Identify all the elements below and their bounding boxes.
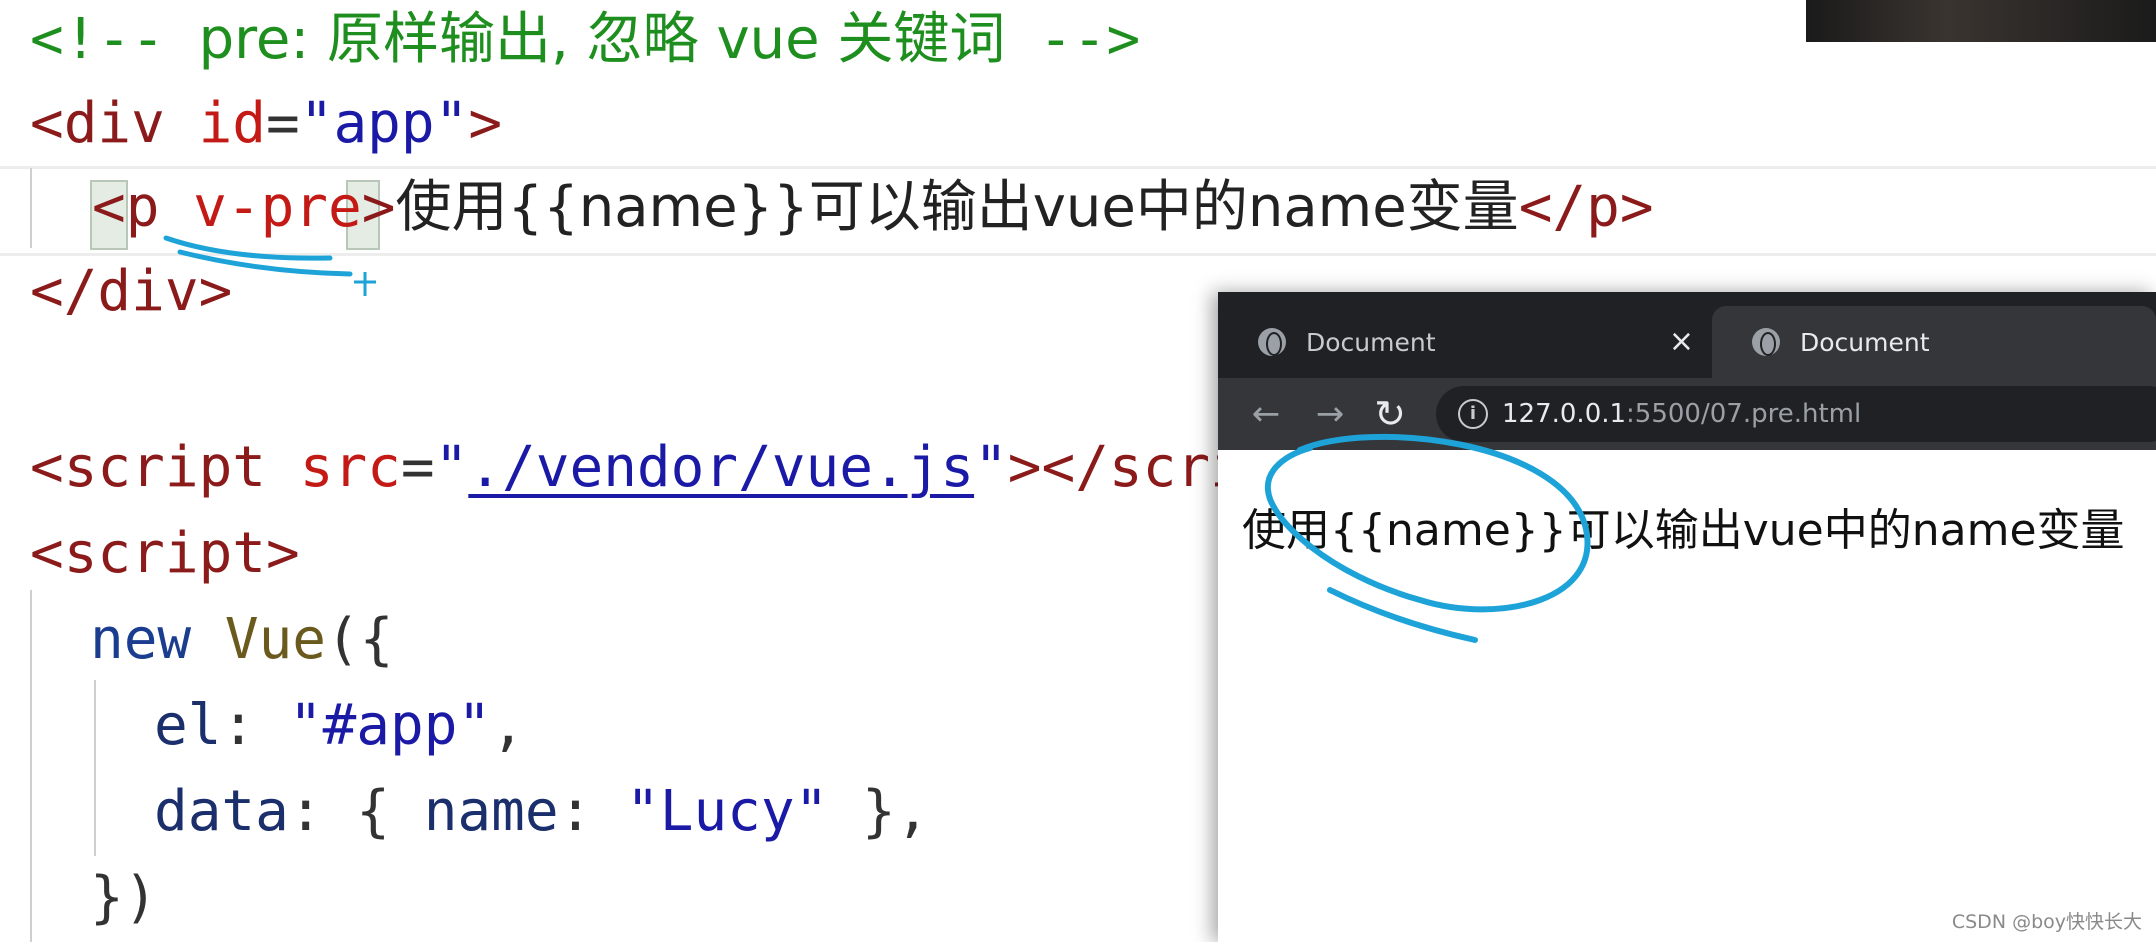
url-path: :5500/07.pre.html: [1626, 399, 1862, 429]
tag-bracket: <: [92, 175, 126, 240]
code-line-3[interactable]: <p v-pre>使用{{name}}可以输出vue中的name变量</p>: [92, 168, 1654, 248]
code-line-9[interactable]: data: { name: "Lucy" },: [154, 772, 929, 852]
tab-title: Document: [1800, 327, 1930, 357]
globe-icon: [1752, 328, 1780, 356]
indent-guide: [94, 680, 96, 856]
keyword: new: [90, 607, 192, 672]
code-line-7[interactable]: new Vue({: [90, 600, 393, 680]
attr-eq: =: [266, 91, 300, 156]
close-icon[interactable]: ×: [1669, 324, 1694, 360]
tag-open: <script>: [30, 521, 300, 586]
class-name: Vue: [224, 607, 327, 672]
tab-title: Document: [1306, 327, 1436, 357]
tab-document-2[interactable]: Document: [1712, 306, 2156, 378]
punctuation: :: [558, 779, 627, 844]
rendered-paragraph: 使用{{name}}可以输出vue中的name变量: [1242, 505, 2125, 556]
property: data: [154, 779, 289, 844]
attr-name: v-pre: [193, 175, 362, 240]
attr-quote: ": [434, 435, 469, 500]
tag-name: div: [63, 91, 165, 156]
code-line-5[interactable]: <script src="./vendor/vue.js"></script: [30, 428, 1311, 508]
attr-quote: ": [974, 435, 1008, 500]
tag-close: </div>: [30, 259, 233, 324]
property: name: [423, 779, 559, 844]
punctuation: ,: [491, 693, 525, 758]
code-line-2[interactable]: <div id="app">: [30, 84, 502, 164]
tag-bracket: <: [30, 435, 64, 500]
indent-guide: [30, 168, 32, 248]
punctuation: },: [828, 779, 930, 844]
comment-text: pre: 原样输出, 忽略 vue 关键词: [198, 7, 1006, 72]
punctuation: }): [90, 865, 158, 930]
src-link[interactable]: ./vendor/vue.js: [468, 435, 974, 500]
webcam-overlay: [1806, 0, 2156, 42]
browser-toolbar: ← → ↻ i 127.0.0.1:5500/07.pre.html: [1218, 378, 2156, 450]
punctuation: :: [221, 693, 289, 758]
tag-name: script: [63, 435, 267, 500]
tab-document-1[interactable]: Document ×: [1218, 306, 1712, 378]
tag-bracket: >: [361, 175, 396, 240]
attr-name: src: [299, 435, 401, 500]
string-value: "Lucy": [626, 779, 829, 844]
url-host: 127.0.0.1: [1502, 399, 1627, 429]
comment-open: <!--: [30, 7, 199, 72]
tab-strip: Document × Document: [1218, 292, 2156, 378]
code-line-10[interactable]: }): [90, 858, 157, 938]
info-icon[interactable]: i: [1458, 399, 1488, 429]
reload-icon[interactable]: ↻: [1368, 392, 1412, 436]
forward-arrow-icon[interactable]: →: [1308, 392, 1352, 436]
page-content: 使用{{name}}可以输出vue中的name变量: [1218, 450, 2156, 942]
globe-icon: [1258, 328, 1286, 356]
attr-eq: =: [400, 435, 435, 500]
code-line-8[interactable]: el: "#app",: [154, 686, 525, 766]
attr-name: id: [198, 91, 267, 156]
element-text: 使用{{name}}可以输出vue中的name变量: [395, 175, 1519, 240]
tag-bracket: >: [468, 91, 503, 156]
tag-name: p: [125, 175, 160, 240]
code-line-6[interactable]: <script>: [30, 514, 300, 594]
indent-guide: [30, 590, 32, 942]
address-bar[interactable]: i 127.0.0.1:5500/07.pre.html: [1436, 386, 2156, 442]
browser-window: Document × Document ← → ↻ i 127.0.0.1:55…: [1218, 292, 2156, 942]
punctuation: ({: [326, 607, 394, 672]
attr-value: "app": [299, 91, 469, 156]
watermark: CSDN @boy快快长大: [1951, 911, 2142, 933]
tag-bracket: <: [30, 91, 64, 156]
property: el: [154, 693, 222, 758]
string-value: "#app": [288, 693, 492, 758]
comment-close: -->: [1005, 7, 1141, 72]
tag-close: </p>: [1518, 175, 1654, 240]
back-arrow-icon[interactable]: ←: [1244, 392, 1288, 436]
punctuation: : {: [288, 779, 424, 844]
code-line-4[interactable]: </div>: [30, 252, 232, 332]
code-line-1[interactable]: <!-- pre: 原样输出, 忽略 vue 关键词 -->: [30, 0, 1140, 80]
